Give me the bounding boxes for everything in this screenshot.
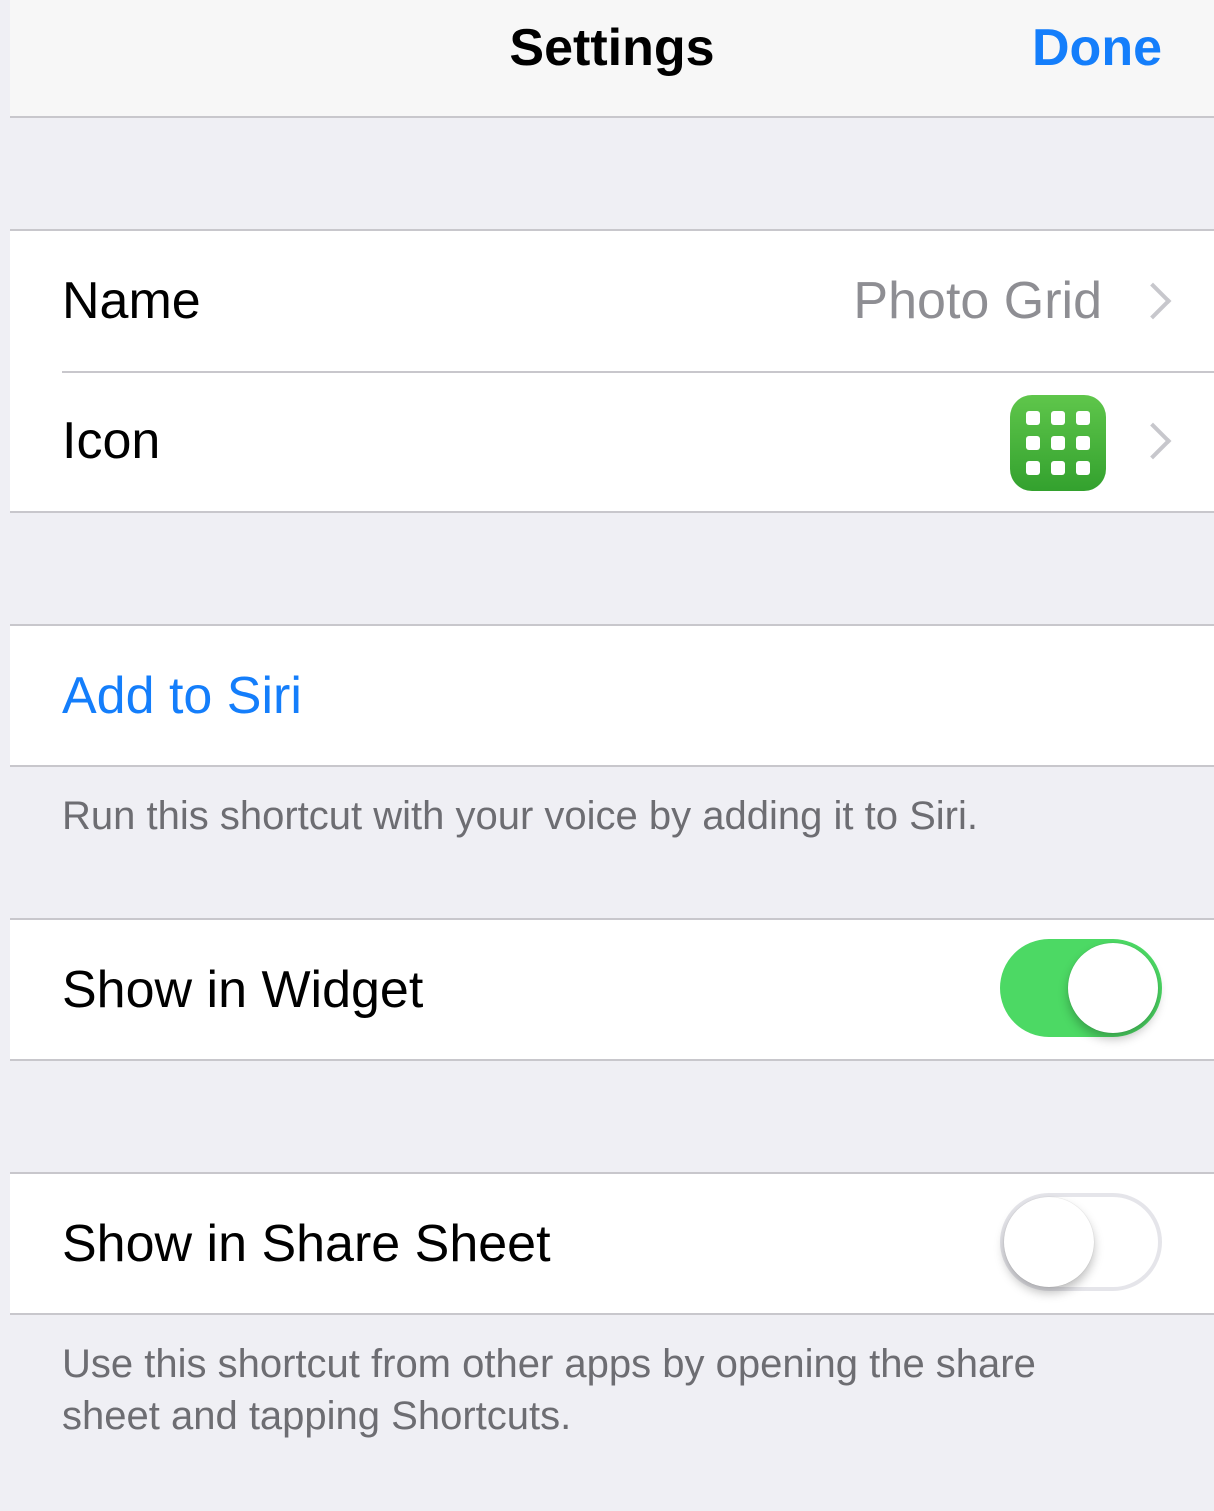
toggle-knob	[1004, 1197, 1094, 1287]
add-to-siri-row[interactable]: Add to Siri	[10, 626, 1214, 766]
add-to-siri-button[interactable]: Add to Siri	[62, 626, 302, 766]
widget-label: Show in Widget	[62, 961, 424, 1019]
chevron-right-icon	[1134, 422, 1172, 460]
name-label: Name	[62, 272, 201, 330]
grid-app-icon	[1010, 395, 1106, 491]
details-group: Name Photo Grid Icon	[10, 229, 1214, 513]
icon-label: Icon	[62, 412, 161, 470]
share-sheet-footer-line1: Use this shortcut from other apps by ope…	[62, 1342, 1036, 1386]
share-sheet-group: Show in Share Sheet	[10, 1172, 1214, 1315]
icon-row[interactable]: Icon	[10, 371, 1214, 511]
done-button[interactable]: Done	[1032, 18, 1162, 78]
share-sheet-label: Show in Share Sheet	[62, 1215, 551, 1273]
widget-row: Show in Widget	[10, 920, 1214, 1060]
widget-toggle[interactable]	[1000, 939, 1162, 1037]
share-sheet-row: Show in Share Sheet	[10, 1174, 1214, 1314]
name-value: Photo Grid	[853, 272, 1102, 330]
chevron-right-icon	[1134, 282, 1172, 320]
name-row[interactable]: Name Photo Grid	[10, 231, 1214, 371]
siri-group: Add to Siri	[10, 624, 1214, 767]
share-sheet-footer: Use this shortcut from other apps by ope…	[62, 1338, 1162, 1442]
siri-footer: Run this shortcut with your voice by add…	[62, 794, 978, 838]
widget-group: Show in Widget	[10, 918, 1214, 1061]
toggle-knob	[1068, 943, 1158, 1033]
share-sheet-footer-line2: sheet and tapping Shortcuts.	[62, 1394, 572, 1438]
navigation-bar: Settings Done	[10, 0, 1214, 118]
share-sheet-toggle[interactable]	[1000, 1193, 1162, 1291]
